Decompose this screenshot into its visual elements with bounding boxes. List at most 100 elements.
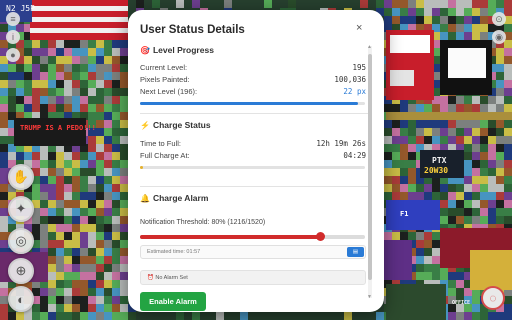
close-icon[interactable]: ×: [356, 22, 362, 34]
map-pixel-block: [8, 88, 16, 96]
map-pixel-block: [56, 312, 64, 320]
map-pixel-block: [8, 64, 16, 72]
scroll-up-icon[interactable]: ▲: [367, 44, 372, 50]
map-pixel-block: [104, 240, 112, 248]
map-pixel-block: [24, 96, 32, 104]
map-pixel-block: [96, 248, 104, 256]
map-pixel-block: [472, 24, 480, 32]
map-pixel-block: [448, 120, 456, 128]
drag-icon[interactable]: ✋: [8, 164, 34, 190]
map-pixel-block: [64, 176, 72, 184]
map-pixel-block: [464, 144, 472, 152]
map-pixel-block: [48, 184, 56, 192]
map-pixel-block: [504, 200, 512, 208]
map-pixel-block: [112, 288, 120, 296]
map-pixel-block: [120, 96, 128, 104]
map-pixel-block: [392, 144, 400, 152]
map-zoom-icon[interactable]: ⊙: [492, 12, 506, 26]
map-pixel-block: [504, 120, 512, 128]
map-pixel-block: [408, 160, 416, 168]
map-pixel-block: [504, 176, 512, 184]
map-pixel-block: [488, 184, 496, 192]
map-pixel-block: [504, 72, 512, 80]
map-pixel-block: [424, 120, 432, 128]
map-pixel-block: [112, 256, 120, 264]
enable-alarm-button[interactable]: Enable Alarm: [140, 292, 206, 311]
paint-button[interactable]: ◌: [481, 286, 505, 310]
map-pixel-block: [64, 216, 72, 224]
map-pixel-block: [96, 64, 104, 72]
map-pixel-block: [48, 256, 56, 264]
location-icon[interactable]: ◉: [492, 30, 506, 44]
time-to-full-value: 12h 19m 26s: [316, 139, 366, 148]
map-pixel-block: [56, 72, 64, 80]
map-pixel-block: [472, 160, 480, 168]
threshold-slider[interactable]: [140, 232, 365, 241]
map-pixel-block: [104, 312, 112, 320]
map-pixel-block: [72, 160, 80, 168]
map-pixel-block: [488, 192, 496, 200]
menu-icon[interactable]: ≡: [6, 12, 20, 26]
map-pixel-block: [40, 224, 48, 232]
map-pixel-block: [40, 200, 48, 208]
map-pixel-block: [48, 304, 56, 312]
map-pixel-block: [104, 88, 112, 96]
map-pixel-block: [32, 192, 40, 200]
map-pixel-block: [432, 128, 440, 136]
target-icon[interactable]: ◎: [8, 228, 34, 254]
map-pixel-block: [96, 312, 104, 320]
map-pixel-block: [24, 88, 32, 96]
map-pixel-block: [440, 200, 448, 208]
map-pixel-block: [104, 104, 112, 112]
map-pixel-block: [80, 216, 88, 224]
map-pixel-block: [448, 136, 456, 144]
map-pixel-block: [0, 96, 8, 104]
calendar-icon[interactable]: ▤: [347, 247, 364, 257]
map-pixel-block: [432, 120, 440, 128]
map-pixel-block: [56, 64, 64, 72]
map-pixel-block: [416, 8, 424, 16]
map-pixel-block: [456, 16, 464, 24]
map-pixel-block: [440, 16, 448, 24]
map-pixel-block: [464, 160, 472, 168]
scrollbar-thumb[interactable]: [368, 54, 372, 280]
map-pixel-block: [64, 200, 72, 208]
map-pixel-block: [120, 72, 128, 80]
map-pixel-block: [64, 160, 72, 168]
map-pixel-block: [464, 32, 472, 40]
map-pixel-block: [88, 256, 96, 264]
map-pixel-block: [456, 120, 464, 128]
map-pixel-block: [448, 24, 456, 32]
map-pixel-block: [72, 240, 80, 248]
map-pixel-block: [496, 152, 504, 160]
palette-icon[interactable]: ◐: [8, 286, 34, 312]
settings-icon[interactable]: ✦: [8, 196, 34, 222]
map-pixel-block: [96, 72, 104, 80]
map-pixel-block: [408, 168, 416, 176]
map-pixel-block: [32, 56, 40, 64]
map-pixel-block: [104, 120, 112, 128]
scroll-down-icon[interactable]: ▼: [367, 294, 372, 300]
map-pixel-block: [64, 304, 72, 312]
map-pixel-block: [472, 120, 480, 128]
map-pixel-block: [464, 128, 472, 136]
map-pixel-block: [480, 152, 488, 160]
map-pixel-block: [104, 272, 112, 280]
map-pixel-block: [40, 96, 48, 104]
map-pixel-block: [88, 72, 96, 80]
map-pixel-block: [496, 192, 504, 200]
map-pixel-block: [96, 224, 104, 232]
map-pixel-block: [88, 296, 96, 304]
zoom-icon[interactable]: ⊕: [8, 258, 34, 284]
user-icon[interactable]: ●: [6, 48, 20, 62]
map-pixel-block: [16, 72, 24, 80]
map-pixel-block: [112, 232, 120, 240]
threshold-slider-handle[interactable]: [315, 232, 325, 241]
info-icon[interactable]: i: [6, 30, 20, 44]
map-pixel-block: [400, 0, 408, 8]
map-pixel-block: [112, 192, 120, 200]
map-pixel-block: [384, 8, 392, 16]
map-pixel-block: [496, 0, 504, 8]
map-pixel-block: [112, 304, 120, 312]
map-pixel-block: [424, 0, 432, 8]
